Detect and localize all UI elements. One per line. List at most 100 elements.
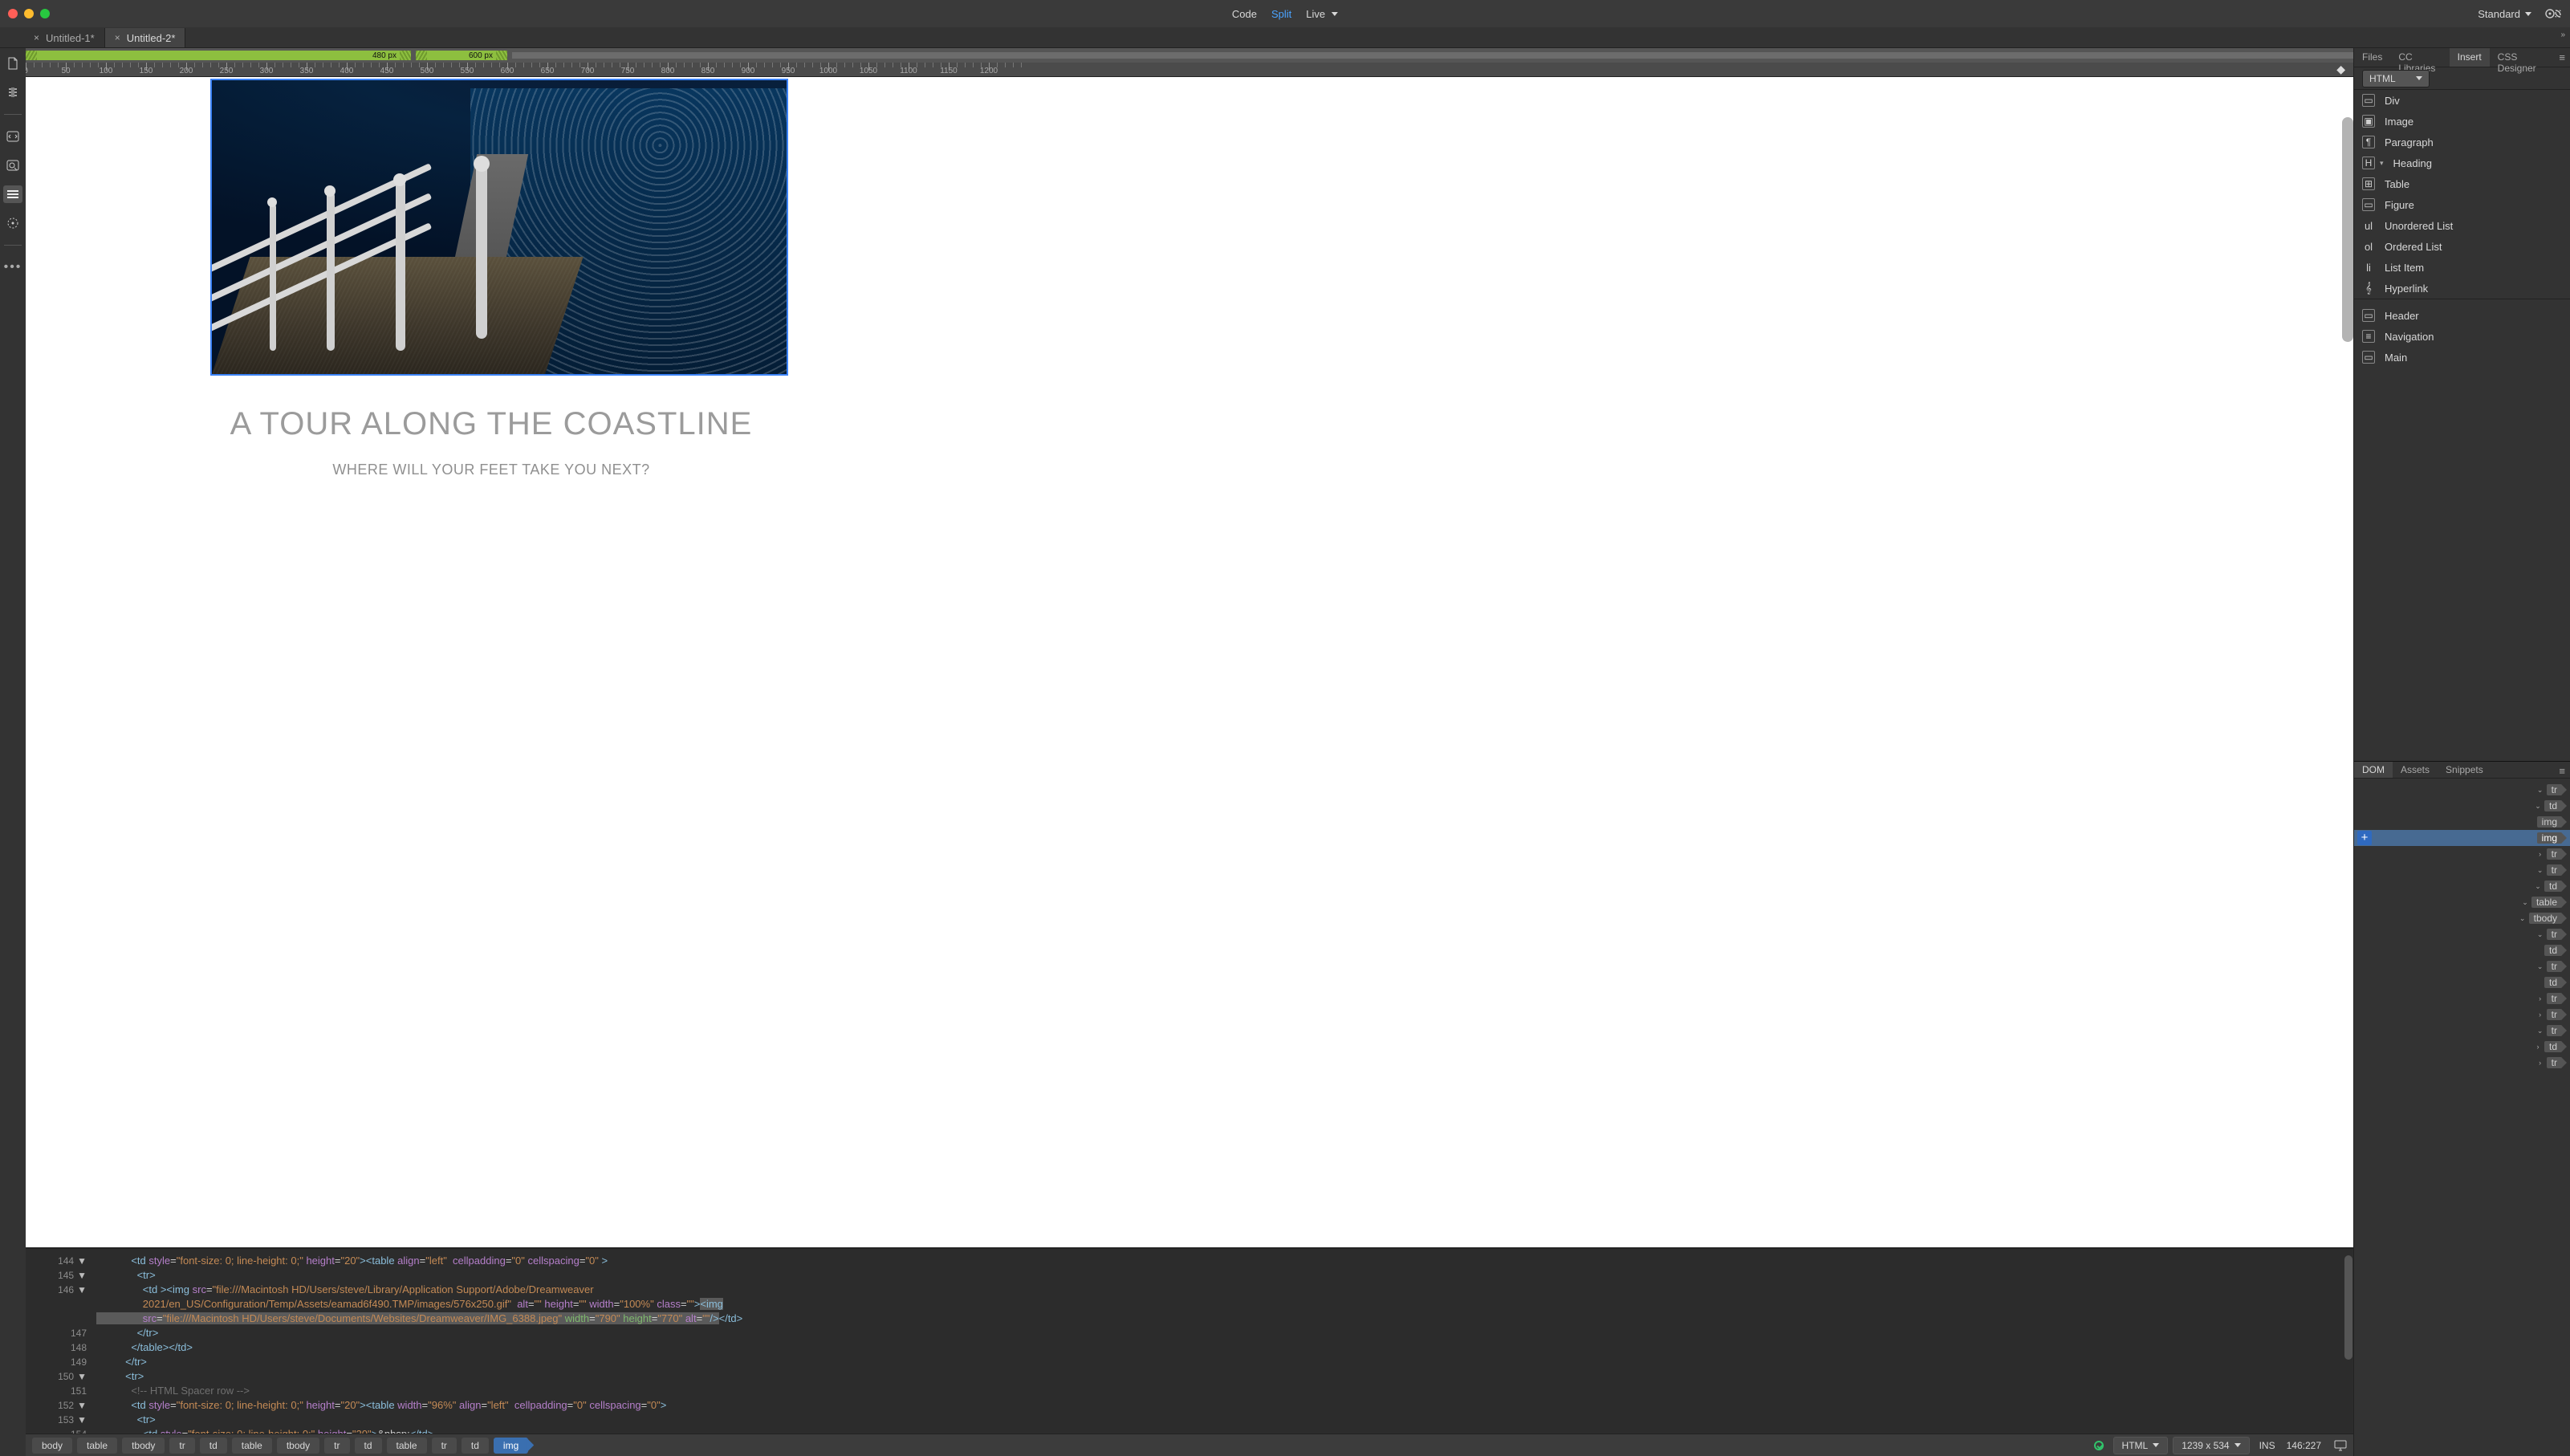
dom-node-tr[interactable]: ⌄tr	[2354, 782, 2570, 798]
disclosure-icon[interactable]: ›	[2535, 994, 2545, 1003]
dom-node-tr[interactable]: ⌄tr	[2354, 958, 2570, 974]
live-dropdown-icon[interactable]	[1332, 12, 1338, 16]
insert-main[interactable]: ▭Main	[2354, 347, 2570, 368]
breadcrumb-img[interactable]: img	[494, 1438, 528, 1454]
dom-node-table[interactable]: ⌄table	[2354, 894, 2570, 910]
dom-node-td[interactable]: ⌄td	[2354, 878, 2570, 894]
breadcrumb-tbody[interactable]: tbody	[277, 1438, 319, 1454]
insert-hyperlink[interactable]: 𝄞Hyperlink	[2354, 278, 2570, 299]
code-line[interactable]: <tr>	[93, 1268, 2345, 1283]
close-window-button[interactable]	[8, 9, 18, 18]
dom-add-button[interactable]: +	[2357, 831, 2372, 845]
panel-menu-icon[interactable]: ≡	[2554, 48, 2570, 67]
status-ok-icon[interactable]	[2094, 1441, 2104, 1450]
dom-node-tr[interactable]: ›tr	[2354, 1007, 2570, 1023]
code-view[interactable]: 144▼145▼146▼147148149150▼151152▼153▼154 …	[26, 1249, 2353, 1434]
code-line[interactable]: 2021/en_US/Configuration/Temp/Assets/eam…	[93, 1297, 2345, 1312]
breadcrumb-tr[interactable]: tr	[324, 1438, 349, 1454]
breadcrumb-td[interactable]: td	[200, 1438, 227, 1454]
breadcrumb-td[interactable]: td	[355, 1438, 382, 1454]
breadcrumb-tr[interactable]: tr	[169, 1438, 194, 1454]
disclosure-icon[interactable]: ⌄	[2535, 1027, 2545, 1035]
live-code-tool[interactable]	[3, 128, 22, 145]
dom-node-tr[interactable]: ›tr	[2354, 846, 2570, 862]
code-line[interactable]: src="file:///Macintosh HD/Users/steve/Do…	[93, 1312, 2345, 1326]
design-heading[interactable]: A TOUR ALONG THE COASTLINE	[26, 406, 957, 442]
disclosure-icon[interactable]: ⌄	[2518, 914, 2527, 923]
code-line[interactable]: <td style="font-size: 0; line-height: 0;…	[93, 1427, 2345, 1434]
breadcrumb-td[interactable]: td	[462, 1438, 489, 1454]
insert-div[interactable]: ▭Div	[2354, 90, 2570, 111]
disclosure-icon[interactable]: ⌄	[2533, 882, 2543, 891]
insert-list-item[interactable]: liList Item	[2354, 257, 2570, 278]
disclosure-icon[interactable]: ⌄	[2535, 786, 2545, 795]
dom-node-tbody[interactable]: ⌄tbody	[2354, 910, 2570, 926]
close-tab-icon[interactable]: ×	[34, 32, 39, 43]
dom-node-tr[interactable]: ›tr	[2354, 1055, 2570, 1071]
disclosure-icon[interactable]: ⌄	[2535, 962, 2545, 971]
code-line[interactable]: <td style="font-size: 0; line-height: 0;…	[93, 1254, 2345, 1268]
disclosure-icon[interactable]: ›	[2533, 1043, 2543, 1051]
insert-figure[interactable]: ▭Figure	[2354, 194, 2570, 215]
inspect-tool[interactable]	[3, 157, 22, 174]
insert-mode-indicator[interactable]: INS	[2259, 1440, 2275, 1451]
workspace-switcher[interactable]: Standard	[2478, 8, 2531, 20]
insert-navigation[interactable]: ≡Navigation	[2354, 326, 2570, 347]
dom-node-td[interactable]: td	[2354, 974, 2570, 990]
insert-image[interactable]: ▣Image	[2354, 111, 2570, 132]
doc-tabs-overflow-icon[interactable]: »	[2560, 31, 2565, 39]
insert-heading[interactable]: H▾Heading	[2354, 153, 2570, 173]
disclosure-icon[interactable]: ›	[2535, 1059, 2545, 1067]
panel-tab-css-designer[interactable]: CSS Designer	[2490, 48, 2555, 67]
breadcrumb-tbody[interactable]: tbody	[122, 1438, 165, 1454]
file-management-tool[interactable]	[3, 55, 22, 72]
code-line[interactable]: </tr>	[93, 1355, 2345, 1369]
code-line[interactable]: <td ><img src="file:///Macintosh HD/User…	[93, 1283, 2345, 1297]
dom-node-td[interactable]: td	[2354, 942, 2570, 958]
breadcrumb-body[interactable]: body	[32, 1438, 72, 1454]
panel-tab-files[interactable]: Files	[2354, 48, 2390, 67]
dom-node-tr[interactable]: ⌄tr	[2354, 1023, 2570, 1039]
code-line[interactable]: <!-- HTML Spacer row -->	[93, 1384, 2345, 1398]
dom-node-td[interactable]: ⌄td	[2354, 798, 2570, 814]
customize-toolbar-button[interactable]: •••	[3, 258, 22, 276]
design-scrollbar-thumb[interactable]	[2342, 117, 2353, 342]
breadcrumb-table[interactable]: table	[232, 1438, 272, 1454]
doctype-selector[interactable]: HTML	[2113, 1437, 2169, 1454]
view-live-button[interactable]: Live	[1306, 8, 1325, 20]
related-files-tool[interactable]	[3, 214, 22, 232]
view-code-button[interactable]: Code	[1232, 8, 1257, 20]
insert-table[interactable]: ⊞Table	[2354, 173, 2570, 194]
panel-tab-cc-libraries[interactable]: CC Libraries	[2390, 48, 2449, 67]
disclosure-icon[interactable]: ⌄	[2520, 898, 2530, 907]
sync-settings-button[interactable]	[2544, 7, 2562, 20]
panel-menu-icon[interactable]: ≡	[2554, 762, 2570, 778]
dom-node-tr[interactable]: ⌄tr	[2354, 926, 2570, 942]
disclosure-icon[interactable]: ⌄	[2533, 802, 2543, 811]
code-line[interactable]: </tr>	[93, 1326, 2345, 1340]
expand-collapse-tool[interactable]	[3, 83, 22, 101]
minimize-window-button[interactable]	[24, 9, 34, 18]
document-tab[interactable]: ×Untitled-1*	[24, 28, 105, 47]
panel-tab-insert[interactable]: Insert	[2450, 48, 2490, 67]
disclosure-icon[interactable]: ⌄	[2535, 930, 2545, 939]
preview-in-browser-button[interactable]	[2334, 1440, 2347, 1451]
code-line[interactable]: <tr>	[93, 1369, 2345, 1384]
view-split-button[interactable]: Split	[1271, 8, 1291, 20]
insert-paragraph[interactable]: ¶Paragraph	[2354, 132, 2570, 153]
close-tab-icon[interactable]: ×	[115, 32, 120, 43]
visual-aids-tool[interactable]	[3, 185, 22, 203]
hero-image-selected[interactable]	[210, 79, 788, 376]
media-breakpoint-480[interactable]: 480 px	[26, 51, 411, 60]
dom-node-img[interactable]: img	[2354, 814, 2570, 830]
document-tab[interactable]: ×Untitled-2*	[105, 28, 186, 47]
dom-tab-snippets[interactable]: Snippets	[2438, 762, 2491, 778]
insert-category-select[interactable]: HTML	[2362, 70, 2430, 87]
dom-node-img[interactable]: img	[2354, 830, 2570, 846]
dom-node-td[interactable]: ›td	[2354, 1039, 2570, 1055]
media-breakpoint-600[interactable]: 600 px	[416, 51, 507, 60]
dom-tab-assets[interactable]: Assets	[2393, 762, 2438, 778]
dom-tab-dom[interactable]: DOM	[2354, 762, 2393, 778]
zoom-window-button[interactable]	[40, 9, 50, 18]
ruler-width-marker-icon[interactable]: ◆	[2336, 63, 2345, 76]
